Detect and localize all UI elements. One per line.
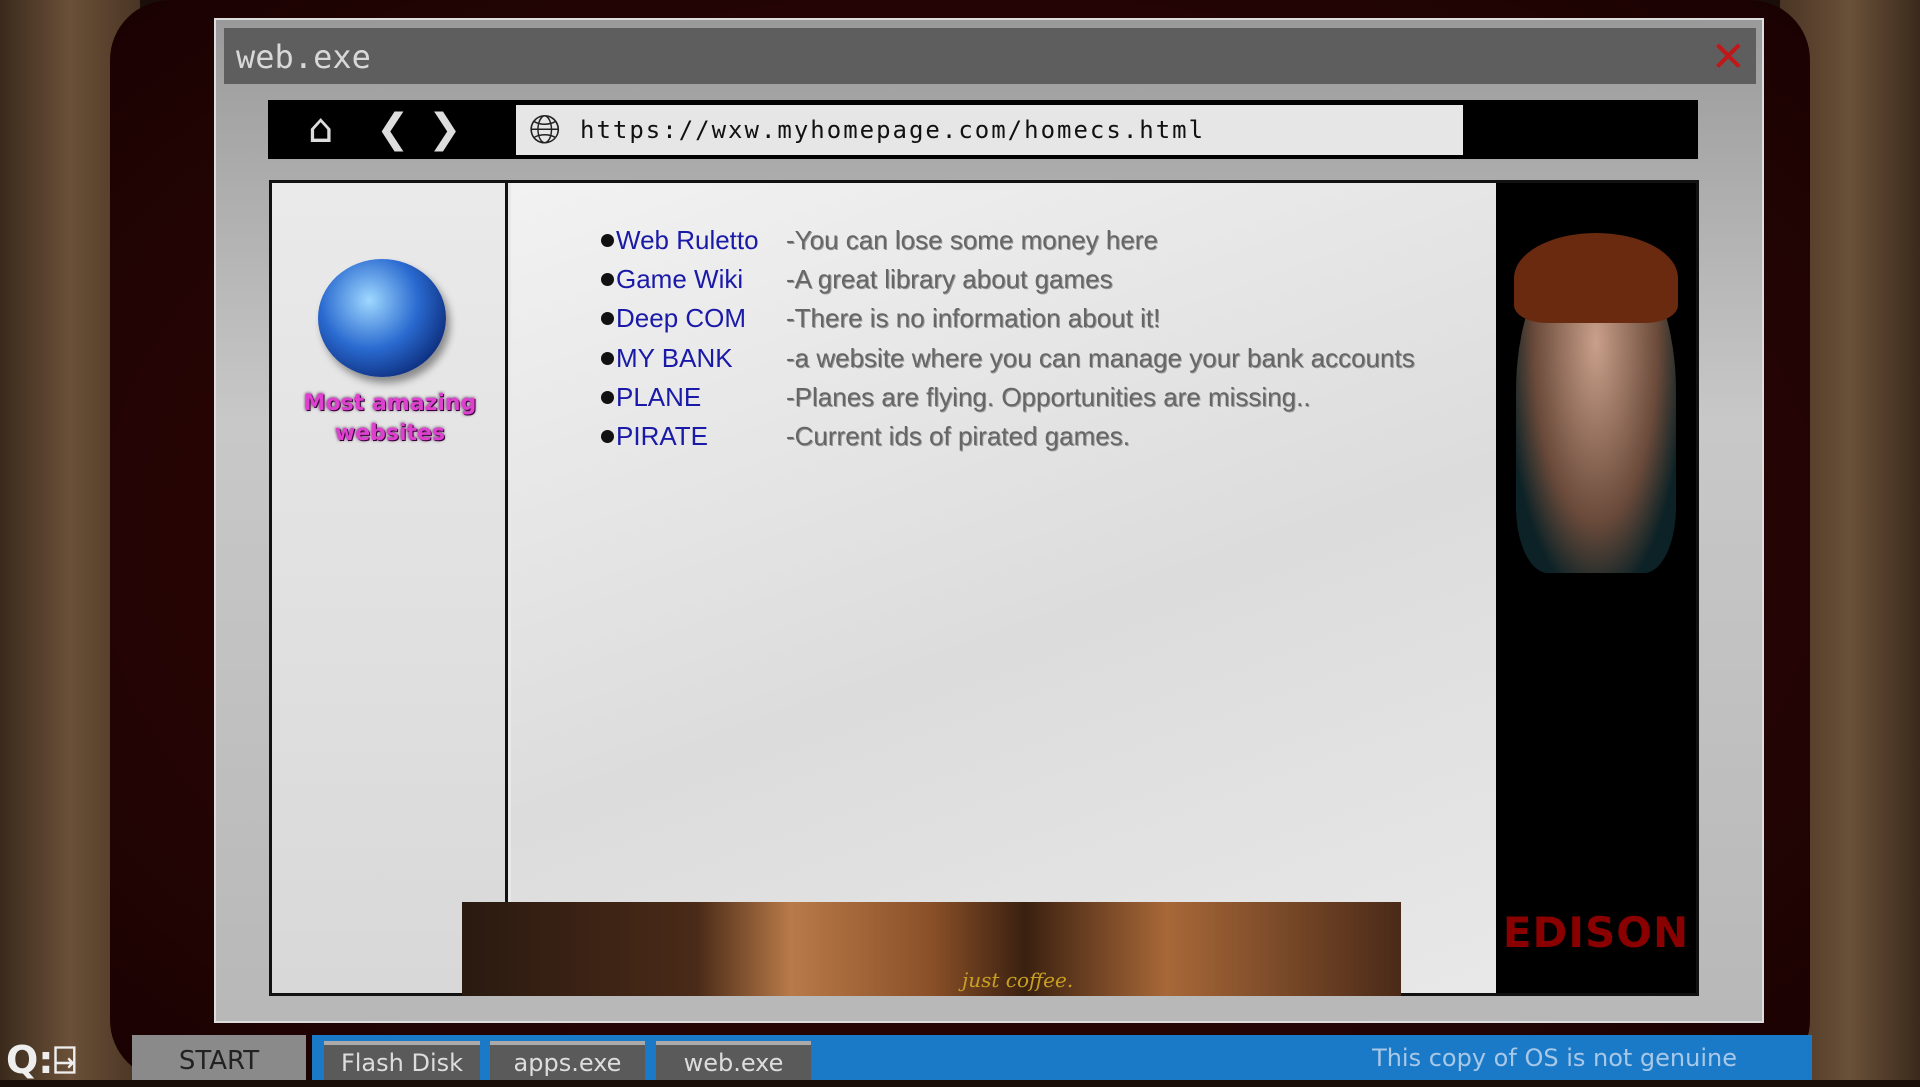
link-description: -A great library about games: [786, 263, 1113, 294]
tagline-line1: Most amazing: [303, 391, 477, 416]
list-item: PIRATE -Current ids of pirated games.: [601, 419, 1130, 453]
list-item: PLANE -Planes are flying. Opportunities a…: [601, 380, 1311, 414]
bullet-icon: [601, 429, 614, 443]
link-description: -Planes are flying. Opportunities are mi…: [786, 381, 1311, 412]
bullet-icon: [601, 311, 614, 325]
link-plane[interactable]: PLANE: [616, 382, 786, 413]
link-description: -You can lose some money here: [786, 224, 1158, 255]
forward-icon[interactable]: ❯: [428, 106, 462, 152]
link-pirate[interactable]: PIRATE: [616, 421, 786, 452]
banner-caption: just coffee.: [962, 968, 1074, 992]
bullet-icon: [601, 351, 614, 365]
bullet-icon: [601, 233, 614, 247]
nav-bar: ⌂ ❮ ❯ 🌐︎ https://wxw.myhomepage.com/home…: [268, 100, 1698, 159]
sidebar: Most amazing websites: [272, 183, 508, 993]
globe-icon: 🌐︎: [529, 107, 561, 153]
tagline-line2: websites: [334, 421, 446, 446]
list-item: Web Ruletto -You can lose some money here: [601, 223, 1158, 257]
bullet-icon: [601, 390, 614, 404]
link-description: -There is no information about it!: [786, 302, 1161, 333]
link-description: -Current ids of pirated games.: [786, 420, 1130, 451]
taskbar-web-exe[interactable]: web.exe: [656, 1041, 811, 1080]
globe-logo-icon: [318, 259, 446, 377]
close-icon[interactable]: ✕: [1711, 32, 1746, 81]
taskbar-bar: Flash Disk apps.exe web.exe This copy of…: [312, 1035, 1812, 1080]
url-bar[interactable]: 🌐︎ https://wxw.myhomepage.com/homecs.htm…: [516, 105, 1463, 155]
list-item: Deep COM -There is no information about i…: [601, 301, 1160, 335]
start-button[interactable]: START: [132, 1035, 306, 1080]
ad-brand: EDISON: [1502, 908, 1690, 957]
quit-key-label: Q:: [6, 1038, 54, 1082]
link-web-ruletto[interactable]: Web Ruletto: [616, 225, 786, 256]
title-bar[interactable]: web.exe ✕: [224, 28, 1756, 84]
sidebar-tagline: Most amazing websites: [272, 389, 508, 449]
url-text: https://wxw.myhomepage.com/homecs.html: [580, 116, 1206, 144]
exit-door-icon: ⍈: [53, 1038, 77, 1082]
edison-ad[interactable]: EDISON: [1496, 183, 1696, 993]
list-item: Game Wiki -A great library about games: [601, 262, 1113, 296]
home-icon[interactable]: ⌂: [308, 106, 333, 152]
list-item: MY BANK -a website where you can manage y…: [601, 341, 1415, 375]
page-frame: Most amazing websites Web Ruletto -You ca…: [269, 180, 1699, 996]
genuine-notice: This copy of OS is not genuine: [1372, 1044, 1737, 1072]
ad-portrait-hair: [1514, 233, 1678, 323]
browser-window: web.exe ✕ ⌂ ❮ ❯ 🌐︎ https://wxw.myhomepag…: [214, 18, 1764, 1023]
window-title: web.exe: [236, 38, 371, 76]
taskbar: START Flash Disk apps.exe web.exe This c…: [132, 1035, 1812, 1080]
link-my-bank[interactable]: MY BANK: [616, 343, 786, 374]
taskbar-flash-disk[interactable]: Flash Disk: [324, 1041, 480, 1080]
bullet-icon: [601, 272, 614, 286]
link-deep-com[interactable]: Deep COM: [616, 303, 786, 334]
taskbar-apps-exe[interactable]: apps.exe: [490, 1041, 645, 1080]
link-description: -a website where you can manage your ban…: [786, 342, 1415, 373]
link-game-wiki[interactable]: Game Wiki: [616, 264, 786, 295]
link-list: Web Ruletto -You can lose some money here…: [511, 183, 1496, 993]
coffee-banner-ad[interactable]: just coffee.: [462, 902, 1401, 996]
back-icon[interactable]: ❮: [376, 106, 410, 152]
quit-hint: Q:⍈: [6, 1038, 76, 1083]
